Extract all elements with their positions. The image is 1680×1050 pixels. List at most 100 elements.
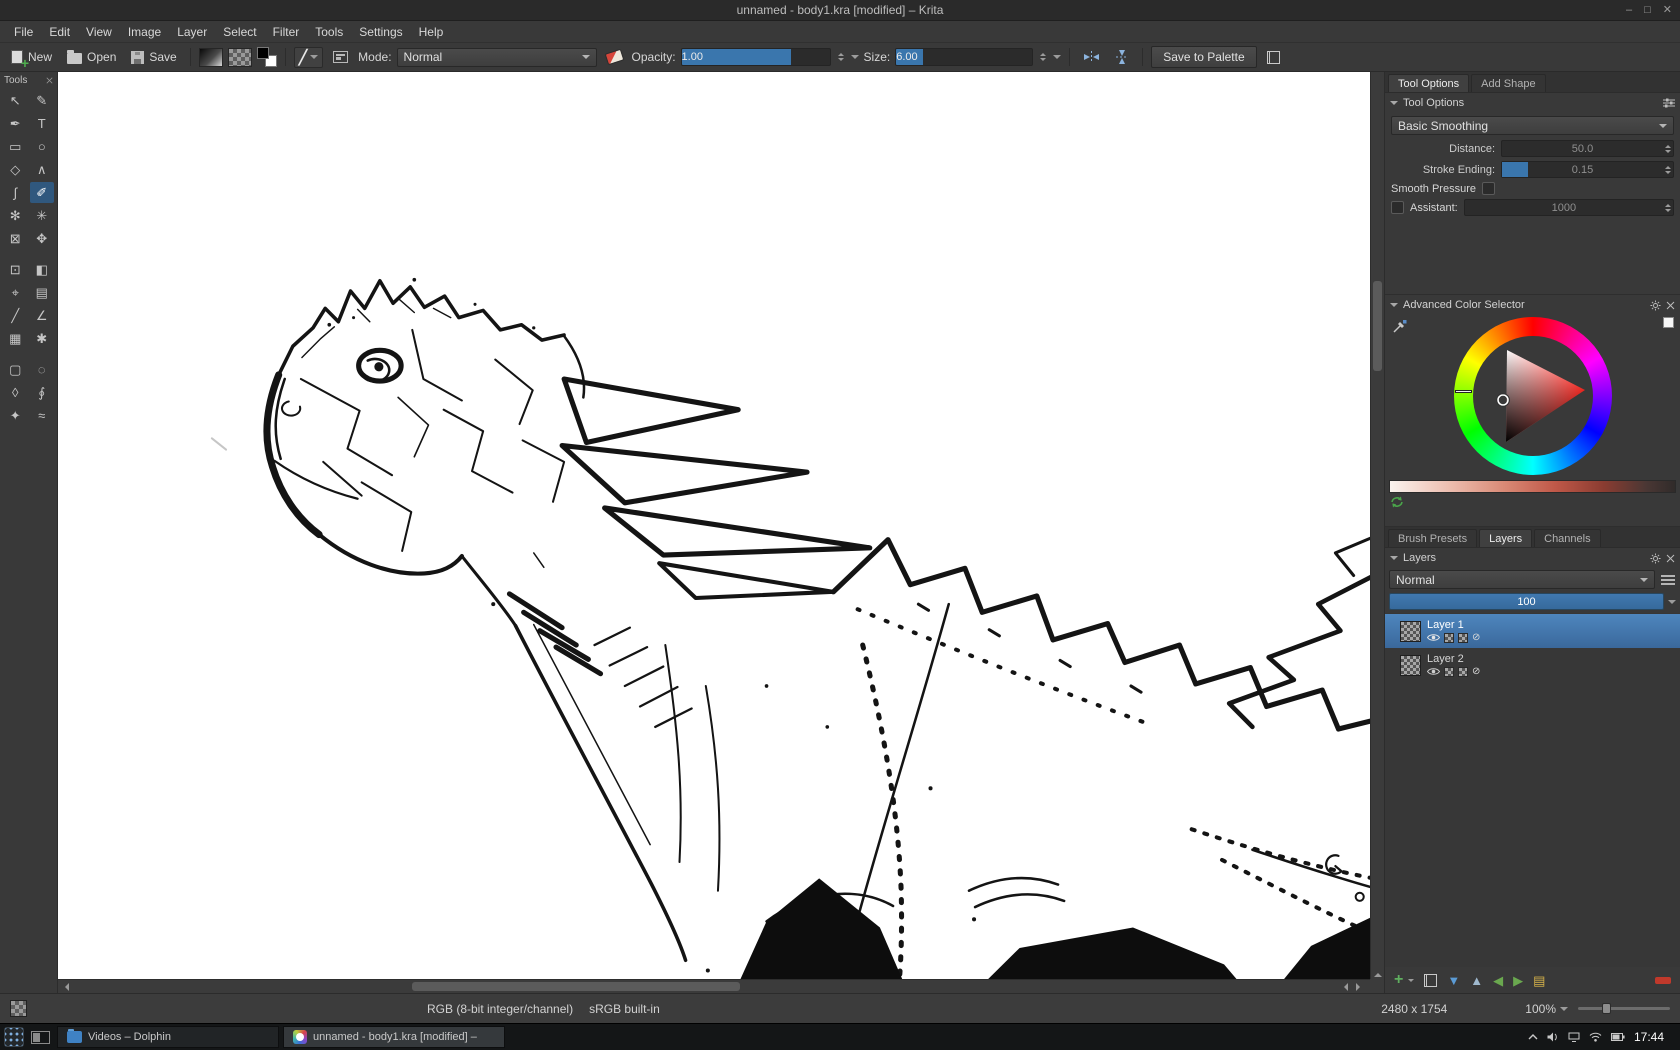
assistant-field[interactable]: 1000 <box>1464 199 1674 216</box>
menu-file[interactable]: File <box>6 22 41 42</box>
virtual-desktop-pager[interactable] <box>31 1031 50 1044</box>
scroll-left-icon[interactable] <box>61 983 69 991</box>
maximize-button[interactable]: □ <box>1644 5 1651 16</box>
task-krita[interactable]: unnamed - body1.kra [modified] – <box>283 1026 505 1048</box>
mirror-vertical-button[interactable] <box>1110 47 1134 67</box>
zoom-dropdown-icon[interactable] <box>1560 1007 1568 1015</box>
size-spinner[interactable] <box>1038 53 1048 61</box>
gear-icon[interactable] <box>1650 300 1661 311</box>
tool-rectangular-selection[interactable]: ▢ <box>3 359 27 380</box>
hue-ring[interactable] <box>1454 317 1612 475</box>
tool-move[interactable]: ✥ <box>30 228 54 249</box>
layer-alpha-icon[interactable] <box>1444 633 1454 643</box>
menu-image[interactable]: Image <box>120 22 169 42</box>
sliders-icon[interactable] <box>1663 98 1675 108</box>
zoom-value[interactable]: 100% <box>1525 1002 1556 1016</box>
statusbar-pattern-icon[interactable] <box>10 1000 27 1017</box>
horizontal-scrollbar[interactable] <box>58 979 1370 993</box>
collapse-icon[interactable] <box>1390 303 1398 311</box>
stroke-ending-field[interactable]: 0.15 <box>1501 161 1674 178</box>
tray-expand-icon[interactable] <box>1528 1034 1538 1040</box>
opacity-dropdown-icon[interactable] <box>851 55 859 63</box>
layer-properties-button[interactable]: ▤ <box>1533 974 1545 987</box>
distance-field[interactable]: 50.0 <box>1501 140 1674 157</box>
gear-icon[interactable] <box>1650 553 1661 564</box>
tab-layers[interactable]: Layers <box>1479 529 1532 547</box>
stroke-ending-spinner[interactable] <box>1663 166 1673 174</box>
new-button[interactable]: New <box>6 48 57 66</box>
mirror-horizontal-button[interactable] <box>1078 48 1105 66</box>
move-layer-left-button[interactable]: ◀ <box>1493 974 1503 987</box>
tool-similar-color-selection[interactable]: ≈ <box>30 405 54 426</box>
menu-select[interactable]: Select <box>215 22 264 42</box>
layer-thumbnail[interactable] <box>1400 621 1421 642</box>
layer-row[interactable]: Layer 1 ⊘ <box>1385 614 1680 648</box>
layer-alpha-lock-icon[interactable] <box>1458 633 1468 643</box>
volume-icon[interactable] <box>1547 1032 1559 1042</box>
last-color-swatch[interactable] <box>1663 317 1674 328</box>
close-icon[interactable] <box>1666 301 1675 310</box>
layer-alpha-icon[interactable] <box>1444 667 1454 677</box>
tool-fill[interactable]: ◧ <box>30 259 54 280</box>
layer-filter-icon[interactable] <box>1660 573 1676 587</box>
layer-visibility-icon[interactable] <box>1427 633 1440 642</box>
open-button[interactable]: Open <box>62 48 121 66</box>
task-dolphin[interactable]: Videos – Dolphin <box>57 1026 279 1048</box>
tool-calligraphy[interactable]: ✒ <box>3 113 27 134</box>
close-icon[interactable] <box>1666 554 1675 563</box>
saturation-value-triangle[interactable] <box>1473 336 1593 456</box>
tool-dynamic-brush[interactable]: ✻ <box>3 205 27 226</box>
smoothing-mode-select[interactable]: Basic Smoothing <box>1391 116 1674 135</box>
tool-line[interactable]: ╱ <box>3 305 27 326</box>
save-button[interactable]: Save <box>126 48 181 66</box>
smooth-pressure-checkbox[interactable] <box>1482 182 1495 195</box>
menu-view[interactable]: View <box>78 22 120 42</box>
menu-settings[interactable]: Settings <box>351 22 410 42</box>
foreground-color-swatch[interactable] <box>257 47 269 59</box>
tab-channels[interactable]: Channels <box>1534 529 1600 547</box>
tool-edit-shapes[interactable]: ✎ <box>30 90 54 111</box>
canvas[interactable] <box>58 72 1384 993</box>
layer-row[interactable]: Layer 2 ⊘ <box>1385 648 1680 682</box>
vertical-scrollbar-thumb[interactable] <box>1373 281 1382 372</box>
duplicate-layer-button[interactable] <box>1424 974 1437 987</box>
application-launcher-icon[interactable] <box>4 1027 24 1047</box>
layer-opacity-slider[interactable]: 100 <box>1389 593 1664 610</box>
size-slider[interactable]: 6.00 <box>895 48 1033 66</box>
scroll-up-icon[interactable] <box>1374 969 1382 977</box>
menu-help[interactable]: Help <box>411 22 452 42</box>
tool-multibrush[interactable]: ✳ <box>30 205 54 226</box>
tool-select-shapes[interactable]: ↖ <box>3 90 27 111</box>
close-button[interactable]: ✕ <box>1663 5 1672 16</box>
tool-freehand-selection[interactable]: ∮ <box>30 382 54 403</box>
color-picker-icon[interactable] <box>1392 319 1407 334</box>
collapse-icon[interactable] <box>1390 556 1398 564</box>
menu-layer[interactable]: Layer <box>169 22 215 42</box>
tool-polygon[interactable]: ◇ <box>3 159 27 180</box>
layer-opacity-dropdown-icon[interactable] <box>1668 600 1676 608</box>
scroll-left-icon-2[interactable] <box>1340 983 1348 991</box>
refresh-icon[interactable] <box>1390 496 1404 508</box>
gradient-chooser[interactable] <box>199 48 223 67</box>
distance-spinner[interactable] <box>1663 145 1673 153</box>
tool-polyline[interactable]: ∧ <box>30 159 54 180</box>
network-icon[interactable] <box>1568 1032 1580 1042</box>
layer-alpha-lock-icon[interactable] <box>1458 667 1468 677</box>
move-layer-right-button[interactable]: ▶ <box>1513 974 1523 987</box>
save-to-palette-button[interactable]: Save to Palette <box>1151 46 1256 68</box>
opacity-spinner[interactable] <box>836 53 846 61</box>
layer-thumbnail[interactable] <box>1400 655 1421 676</box>
tool-measure[interactable]: ∠ <box>30 305 54 326</box>
tool-freehand-brush[interactable]: ✐ <box>30 182 54 203</box>
opacity-slider[interactable]: 1.00 <box>681 48 831 66</box>
assistant-checkbox[interactable] <box>1391 201 1404 214</box>
tool-bezier-curve[interactable]: ∫ <box>3 182 27 203</box>
menu-edit[interactable]: Edit <box>41 22 78 42</box>
delete-layer-button[interactable] <box>1655 977 1671 984</box>
toolbox-float-icon[interactable] <box>46 77 53 84</box>
layer-blend-mode-select[interactable]: Normal <box>1389 570 1655 589</box>
tool-color-sampler[interactable]: ⌖ <box>3 282 27 303</box>
tool-text[interactable]: T <box>30 113 54 134</box>
size-dropdown-icon[interactable] <box>1053 55 1061 63</box>
assistant-spinner[interactable] <box>1663 204 1673 212</box>
